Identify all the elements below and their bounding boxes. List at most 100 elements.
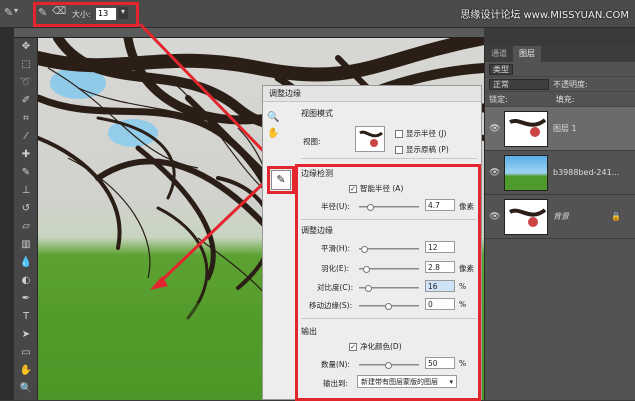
kind-filter-dropdown[interactable]: 类型	[489, 63, 513, 75]
quick-select-tool-icon[interactable]: ✐	[14, 92, 38, 110]
move-tool-icon[interactable]: ✥	[14, 38, 38, 56]
layer-row[interactable]: 👁 b3988bed-241...	[485, 151, 635, 195]
feather-unit: 像素	[459, 264, 474, 273]
zoom-icon[interactable]: 🔍	[267, 112, 289, 128]
output-heading: 输出	[301, 327, 317, 336]
show-radius-option[interactable]: 显示半径 (J)	[395, 128, 446, 139]
edge-detection-heading: 边缘检测	[301, 169, 333, 178]
view-label: 视图:	[303, 137, 321, 146]
crop-tool-icon[interactable]: ⌗	[14, 110, 38, 128]
divider	[301, 318, 477, 319]
checkbox-checked[interactable]: ✓	[349, 185, 357, 193]
shift-edge-label: 移动边缘(S):	[309, 301, 353, 310]
amount-unit: %	[459, 359, 467, 368]
output-to-dropdown[interactable]: 新建带有图层蒙版的图层 ▾	[357, 375, 457, 388]
healing-tool-icon[interactable]: ✚	[14, 146, 38, 164]
smart-radius-label: 智能半径 (A)	[360, 184, 404, 193]
pen-tool-icon[interactable]: ✒	[14, 290, 38, 308]
divider	[301, 219, 477, 220]
zoom-tool-icon[interactable]: 🔍	[14, 380, 38, 398]
lock-row: 锁定: 填充:	[485, 92, 635, 107]
radius-slider[interactable]	[359, 204, 419, 211]
stamp-tool-icon[interactable]: ⊥	[14, 182, 38, 200]
layer-row[interactable]: 👁 背景 🔒	[485, 195, 635, 239]
decontaminate-label: 净化颜色(D)	[360, 342, 402, 351]
smart-radius-option[interactable]: ✓ 智能半径 (A)	[349, 183, 403, 194]
feather-label: 羽化(E):	[321, 264, 350, 273]
smooth-input[interactable]: 12	[425, 241, 455, 253]
horizontal-ruler	[14, 28, 484, 38]
radius-input[interactable]: 4.7	[425, 199, 455, 211]
slider-knob[interactable]	[385, 362, 392, 369]
panel-tabs: 通道 图层	[485, 46, 635, 62]
eye-icon[interactable]: 👁	[489, 124, 500, 134]
show-original-label: 显示原稿 (P)	[406, 145, 449, 154]
amount-slider[interactable]	[359, 362, 419, 369]
smooth-label: 平滑(H):	[321, 244, 351, 253]
contrast-label: 对比度(C):	[317, 283, 354, 292]
tab-channels[interactable]: 通道	[485, 46, 513, 62]
dialog-title: 调整边缘	[263, 86, 481, 102]
eraser-tool-icon[interactable]: ▱	[14, 218, 38, 236]
history-brush-icon[interactable]: ↺	[14, 200, 38, 218]
hair-thumbnail	[508, 207, 547, 227]
shift-edge-input[interactable]: 0	[425, 298, 455, 310]
amount-input[interactable]: 50	[425, 357, 455, 369]
feather-slider[interactable]	[359, 266, 419, 273]
blend-mode-dropdown[interactable]: 正常	[489, 78, 549, 90]
show-original-option[interactable]: 显示原稿 (P)	[395, 144, 449, 155]
layer-name: 图层 1	[553, 124, 577, 133]
blend-row: 正常 不透明度:	[485, 77, 635, 92]
radius-unit: 像素	[459, 202, 474, 211]
contrast-unit: %	[459, 282, 467, 291]
type-tool-icon[interactable]: T	[14, 308, 38, 326]
output-to-label: 输出到:	[323, 379, 349, 388]
shift-edge-slider[interactable]	[359, 303, 419, 310]
contrast-input[interactable]: 16	[425, 280, 455, 292]
tab-layers[interactable]: 图层	[513, 46, 541, 62]
slider-knob[interactable]	[367, 204, 374, 211]
gradient-tool-icon[interactable]: ▥	[14, 236, 38, 254]
slider-knob[interactable]	[385, 303, 392, 310]
shift-edge-unit: %	[459, 300, 467, 309]
chevron-down-icon: ▾	[449, 378, 453, 386]
fill-label: 填充:	[555, 94, 575, 104]
checkbox-checked[interactable]: ✓	[349, 343, 357, 351]
layer-thumbnail	[504, 110, 548, 147]
decontaminate-option[interactable]: ✓ 净化颜色(D)	[349, 341, 402, 352]
slider-knob[interactable]	[365, 285, 372, 292]
blur-tool-icon[interactable]: 💧	[14, 254, 38, 272]
layer-name: b3988bed-241...	[553, 168, 620, 177]
checkbox[interactable]	[395, 130, 403, 138]
checkbox[interactable]	[395, 146, 403, 154]
adjust-edge-heading: 调整边缘	[301, 226, 333, 235]
brush-tool-icon[interactable]: ✎	[14, 164, 38, 182]
smooth-slider[interactable]	[359, 246, 419, 253]
hand-tool-icon[interactable]: ✋	[14, 362, 38, 380]
layer-thumbnail	[504, 198, 548, 235]
lock-icon: 🔒	[611, 212, 621, 221]
path-select-tool-icon[interactable]: ➤	[14, 326, 38, 344]
eye-icon[interactable]: 👁	[489, 168, 500, 178]
contrast-slider[interactable]	[359, 285, 419, 292]
view-mode-selector[interactable]	[355, 126, 385, 152]
eyedropper-tool-icon[interactable]: ⁄	[14, 128, 38, 146]
opacity-label: 不透明度:	[553, 79, 588, 89]
eye-icon[interactable]: 👁	[489, 212, 500, 222]
options-highlight-box	[33, 2, 139, 27]
marquee-tool-icon[interactable]: ⬚	[14, 56, 38, 74]
lasso-tool-icon[interactable]: ➰	[14, 74, 38, 92]
hand-icon[interactable]: ✋	[267, 128, 289, 144]
dodge-tool-icon[interactable]: ◐	[14, 272, 38, 290]
layer-row[interactable]: 👁 图层 1	[485, 107, 635, 151]
view-mode-heading: 视图模式	[301, 109, 333, 118]
slider-knob[interactable]	[361, 246, 368, 253]
shape-tool-icon[interactable]: ▭	[14, 344, 38, 362]
slider-knob[interactable]	[363, 266, 370, 273]
tool-highlight-box	[267, 166, 295, 194]
brush-tool-icon[interactable]: ✎	[4, 6, 13, 19]
feather-input[interactable]: 2.8	[425, 261, 455, 273]
view-thumbnail	[359, 130, 383, 147]
chevron-down-icon[interactable]: ▾	[14, 6, 18, 15]
left-strip	[0, 28, 14, 400]
